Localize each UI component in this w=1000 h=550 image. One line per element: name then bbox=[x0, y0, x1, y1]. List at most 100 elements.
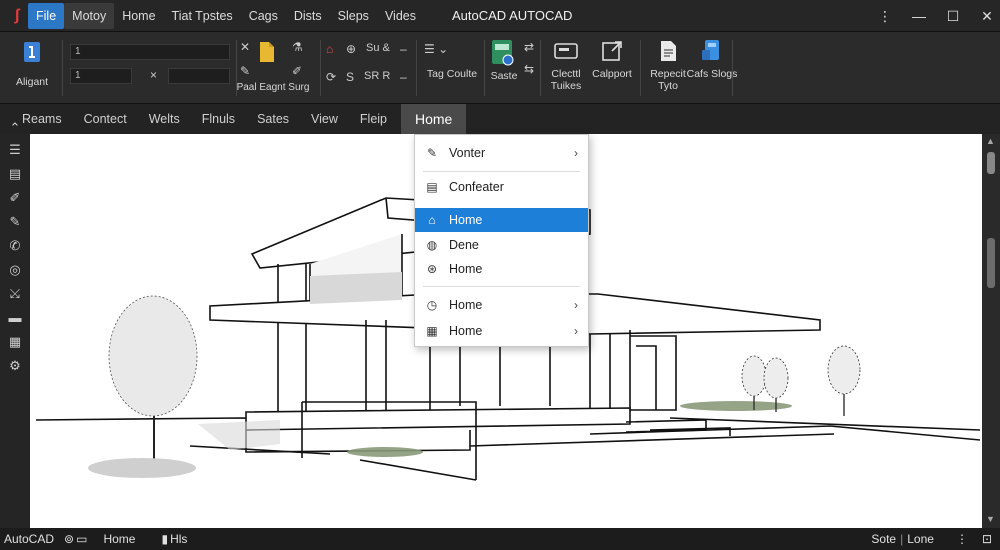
dropdown-divider bbox=[423, 171, 580, 172]
status-lone[interactable]: Lone bbox=[907, 532, 934, 546]
menu-sleps[interactable]: Sleps bbox=[330, 3, 377, 29]
state-small-icon-2[interactable]: ⇆ bbox=[524, 62, 534, 76]
cross-tool-icon[interactable]: ✕ bbox=[240, 40, 250, 54]
dropdown-divider bbox=[423, 286, 580, 287]
scroll-up-icon[interactable]: ▲ bbox=[986, 136, 995, 146]
maximize-icon[interactable]: ☐ bbox=[946, 8, 960, 25]
refresh-tool-icon[interactable]: ⟳ bbox=[326, 70, 336, 84]
menu-dists[interactable]: Dists bbox=[286, 3, 330, 29]
status-file-icon[interactable]: ▮ bbox=[161, 532, 168, 546]
globe-icon: ◍ bbox=[426, 238, 438, 252]
dropdown-item-label: Home bbox=[449, 213, 483, 227]
title-bar: ʃ File Motoy Home Tiat Tpstes Cags Dists… bbox=[0, 0, 1000, 32]
match-tool-icon[interactable]: ⚗ bbox=[292, 40, 303, 54]
aligant-button[interactable]: Aligant bbox=[6, 40, 58, 88]
dropdown-item-vonter[interactable]: ✎ Vonter › bbox=[415, 141, 588, 165]
paste-icon[interactable] bbox=[258, 40, 276, 64]
tab-welts[interactable]: Welts bbox=[149, 104, 180, 134]
dropdown-item-confeater[interactable]: ▤ Confeater bbox=[415, 175, 588, 199]
scroll-down-icon[interactable]: ▼ bbox=[986, 514, 995, 524]
status-app-name: AutoCAD bbox=[4, 532, 55, 546]
status-chat-icon[interactable]: ▭ bbox=[76, 532, 87, 546]
grid-icon: ▦ bbox=[426, 324, 438, 338]
home-color-icon[interactable]: ⌂ bbox=[326, 42, 333, 56]
dropdown-item-home-3[interactable]: ◷ Home › bbox=[415, 293, 588, 317]
calpport-button[interactable]: Calpport bbox=[586, 38, 638, 80]
cafs-slogs-button[interactable]: Cafs Slogs bbox=[686, 38, 738, 80]
split-icon[interactable]: ⤩ bbox=[7, 286, 23, 302]
window-menu-icon[interactable]: ⋮ bbox=[878, 8, 892, 25]
menu-motoy[interactable]: Motoy bbox=[64, 2, 115, 29]
tab-fleip[interactable]: Fleip bbox=[360, 104, 387, 134]
tab-sates[interactable]: Sates bbox=[257, 104, 289, 134]
dropdown-item-home-4[interactable]: ▦ Home › bbox=[415, 319, 588, 343]
brush-tool-icon[interactable]: ✎ bbox=[240, 64, 250, 78]
property-dropdown-1[interactable]: 1 bbox=[70, 44, 230, 60]
status-home[interactable]: Home bbox=[103, 532, 135, 546]
clecttl-tuikes-label: Clecttl Tuikes bbox=[550, 68, 582, 92]
state-icon[interactable] bbox=[490, 38, 516, 68]
sr-tool-icon[interactable]: SR R bbox=[364, 70, 390, 82]
status-sote[interactable]: Sote bbox=[871, 532, 896, 546]
settings-icon[interactable]: ⚙ bbox=[7, 358, 23, 374]
dropdown-item-home-selected[interactable]: ⌂ Home bbox=[415, 208, 588, 232]
dropdown-item-label: Home bbox=[449, 324, 483, 338]
stack-tool-icon[interactable]: ▬ bbox=[7, 310, 23, 326]
property-dropdown-3[interactable] bbox=[168, 68, 230, 84]
window-controls: ⋮ — ☐ ✕ bbox=[878, 0, 994, 32]
dropdown-item-label: Home bbox=[449, 262, 483, 276]
tag-label[interactable]: Tag Coulte bbox=[420, 68, 484, 80]
tab-flnuls[interactable]: Flnuls bbox=[202, 104, 235, 134]
status-target-icon[interactable]: ⊚ bbox=[64, 532, 74, 546]
autocad-logo-icon[interactable]: ʃ bbox=[6, 5, 28, 27]
dropdown-item-label: Home bbox=[449, 298, 483, 312]
scroll-thumb[interactable] bbox=[987, 152, 995, 174]
tab-reams[interactable]: Reams bbox=[22, 104, 62, 134]
scale-tool-icon[interactable]: S bbox=[346, 70, 354, 84]
dropdown-item-dene[interactable]: ◍ Dene bbox=[415, 233, 588, 257]
dash-tool-icon-2[interactable]: – bbox=[400, 70, 407, 84]
wand-icon[interactable]: ✐ bbox=[7, 190, 23, 206]
paste-label: Paal Eagnt Surg bbox=[236, 82, 310, 93]
list-icon[interactable]: ☰ bbox=[7, 142, 23, 158]
block-icon[interactable]: ▦ bbox=[7, 334, 23, 350]
menu-vides[interactable]: Vides bbox=[377, 3, 424, 29]
clock-icon: ◷ bbox=[426, 298, 438, 312]
close-small-icon[interactable]: × bbox=[150, 68, 157, 82]
cafs-slogs-label: Cafs Slogs bbox=[686, 68, 738, 80]
clecttl-tuikes-button[interactable]: Clecttl Tuikes bbox=[540, 38, 592, 92]
window-title: AutoCAD AUTOCAD bbox=[451, 8, 573, 23]
status-menu-icon[interactable]: ⋮ bbox=[956, 532, 968, 546]
su-tool-icon[interactable]: Su & bbox=[366, 42, 390, 54]
aligant-icon bbox=[19, 40, 45, 66]
status-divider: | bbox=[900, 532, 904, 546]
state-small-icon-1[interactable]: ⇄ bbox=[524, 40, 534, 54]
wrench-tool-icon[interactable]: ✐ bbox=[292, 64, 302, 78]
phone-icon[interactable]: ✆ bbox=[7, 238, 23, 254]
aligant-label: Aligant bbox=[15, 76, 49, 88]
menu-file[interactable]: File bbox=[28, 2, 65, 29]
home-icon: ⌂ bbox=[428, 213, 436, 227]
table-icon[interactable]: ▤ bbox=[7, 166, 23, 182]
tab-home[interactable]: Home bbox=[401, 104, 467, 134]
calpport-label: Calpport bbox=[592, 68, 632, 80]
lock-tool-icon[interactable]: ⊕ bbox=[346, 42, 356, 56]
tab-contect[interactable]: Contect bbox=[84, 104, 127, 134]
menu-cags[interactable]: Cags bbox=[241, 3, 286, 29]
status-expand-icon[interactable]: ⊡ bbox=[982, 532, 992, 546]
list-tool-icon[interactable]: ☰ ⌄ bbox=[424, 42, 448, 56]
menu-tiat-tpstes[interactable]: Tiat Tpstes bbox=[164, 3, 241, 29]
minimize-icon[interactable]: — bbox=[912, 8, 926, 24]
tab-view[interactable]: View bbox=[311, 104, 338, 134]
dash-tool-icon[interactable]: – bbox=[400, 42, 407, 56]
close-icon[interactable]: ✕ bbox=[980, 8, 994, 25]
scroll-thumb-secondary[interactable] bbox=[987, 238, 995, 288]
collapse-icon[interactable]: ⌃ bbox=[7, 120, 23, 136]
pen-icon[interactable]: ✎ bbox=[7, 214, 23, 230]
vertical-scrollbar[interactable]: ▲ ▼ bbox=[982, 134, 1000, 528]
status-files[interactable]: Hls bbox=[170, 532, 187, 546]
dropdown-item-home-2[interactable]: ⊛ Home bbox=[415, 257, 588, 281]
target-icon[interactable]: ◎ bbox=[7, 262, 23, 278]
menu-home[interactable]: Home bbox=[114, 3, 163, 29]
property-dropdown-2[interactable]: 1 bbox=[70, 68, 132, 84]
